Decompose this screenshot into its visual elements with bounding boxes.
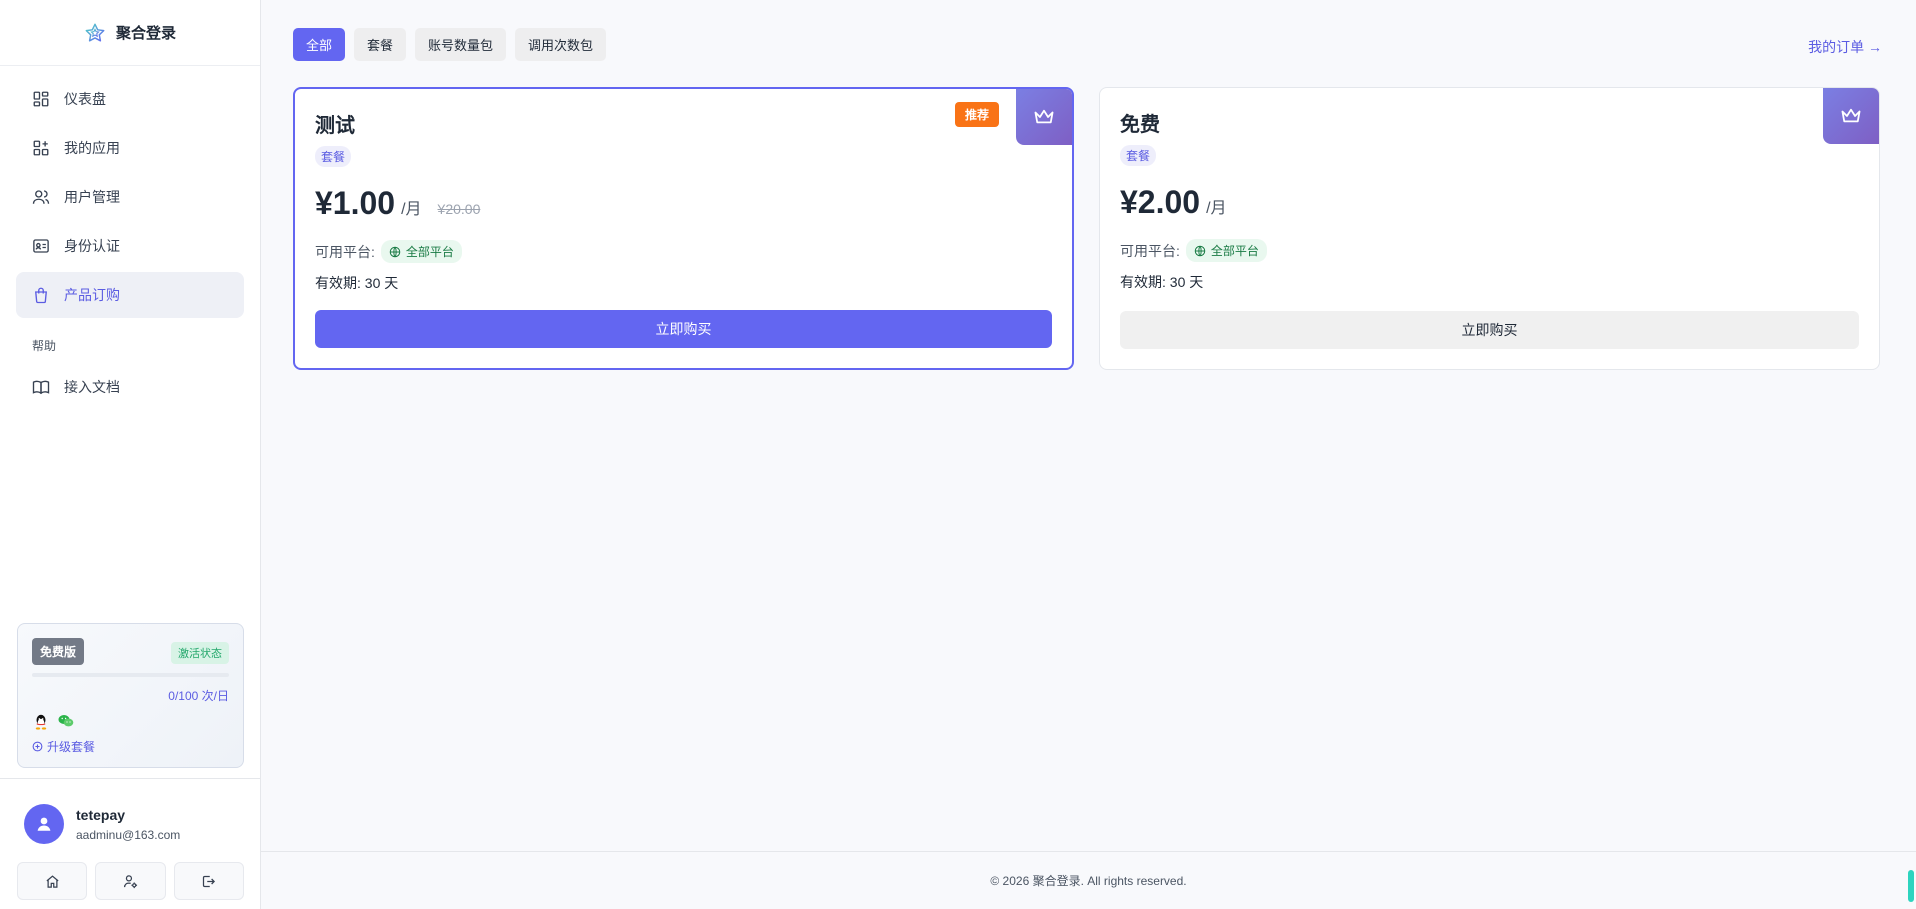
brand[interactable]: 聚合登录 [0,0,260,66]
home-icon [46,874,59,888]
user-info: tetepay aadminu@163.com [76,807,180,842]
upgrade-plan-link[interactable]: 升级套餐 [32,738,229,755]
buy-now-button[interactable]: 立即购买 [315,310,1052,348]
main-content: 全部 套餐 账号数量包 调用次数包 我的订单 → 推荐 测试 套餐 ¥1.00 … [261,0,1916,851]
qq-icon [35,714,47,730]
usage-progress-bar [32,673,229,677]
users-icon [32,190,50,204]
user-gear-icon [123,874,138,888]
sidebar: 聚合登录 仪表盘 我的应用 用户管理 身份认证 产品订购 帮助 接入文档 免费版… [0,0,261,909]
platform-value: 全部平台 [405,245,454,259]
card-type-tag: 套餐 [1120,145,1157,166]
help-section-title: 帮助 [32,339,57,353]
user-area: tetepay aadminu@163.com [0,778,261,909]
platform-label: 可用平台: [1120,242,1180,259]
my-orders-link[interactable]: 我的订单 → [1808,37,1882,57]
user-actions [0,844,261,900]
card-type-tag: 套餐 [315,146,352,167]
brand-name: 聚合登录 [115,25,176,42]
price: ¥2.00 [1120,184,1201,220]
category-tabs: 全部 套餐 账号数量包 调用次数包 [293,28,607,61]
sidebar-item-users[interactable]: 用户管理 [16,174,244,220]
crown-icon [1034,109,1054,124]
platform-label: 可用平台: [315,243,375,260]
home-button[interactable] [17,862,88,900]
sidebar-item-label: 我的应用 [64,140,120,156]
usage-count: 0/100 次/日 [168,689,229,703]
globe-icon [1194,245,1206,256]
card-body: 免费 套餐 ¥2.00 /月 可用平台: 全部平台 有效期: 30 天 [1100,88,1879,292]
tab-all[interactable]: 全部 [293,28,346,61]
card-title: 免费 [1120,114,1160,136]
sidebar-item-label: 仪表盘 [64,91,106,107]
platform-value: 全部平台 [1210,244,1259,258]
platform-chip: 全部平台 [1185,239,1267,262]
tab-plan[interactable]: 套餐 [354,28,407,61]
tab-account-pack[interactable]: 账号数量包 [415,28,507,61]
sidebar-item-docs[interactable]: 接入文档 [16,364,244,410]
user-name: tetepay [76,806,126,823]
book-icon [32,380,50,395]
profile-settings-button[interactable] [95,862,166,900]
sidebar-item-label: 产品订购 [64,287,120,303]
platform-row: 可用平台: 全部平台 [315,240,1052,263]
platform-row: 可用平台: 全部平台 [1120,239,1859,262]
recommend-badge: 推荐 [954,102,999,127]
sidebar-item-dashboard[interactable]: 仪表盘 [16,76,244,122]
crown-corner [1016,89,1072,145]
validity: 有效期: 30 天 [315,275,399,291]
user-email: aadminu@163.com [76,827,181,842]
price-row: ¥2.00 /月 [1120,184,1859,221]
sidebar-item-products[interactable]: 产品订购 [16,272,244,318]
avatar [24,804,64,844]
logout-icon [203,875,216,887]
price-unit: /月 [401,201,422,218]
upgrade-label: 升级套餐 [47,740,96,754]
product-card: 推荐 测试 套餐 ¥1.00 /月 ¥20.00 可用平台: 全部平台 有效期:… [293,87,1074,370]
crown-icon [1841,108,1861,123]
crown-corner [1823,88,1879,144]
price-row: ¥1.00 /月 ¥20.00 [315,185,1052,222]
status-badge: 激活状态 [171,642,229,664]
card-title: 测试 [315,115,355,137]
user-icon [37,817,51,831]
sidebar-item-label: 身份认证 [64,238,120,254]
wechat-icon [58,715,74,727]
footer: © 2026 聚合登录. All rights reserved. [261,851,1916,909]
sidebar-item-label: 接入文档 [64,379,120,395]
apps-icon [33,140,49,156]
copyright: © 2026 聚合登录. All rights reserved. [990,874,1187,888]
star-icon [85,23,105,42]
login-icons [32,714,229,730]
sidebar-item-label: 用户管理 [64,189,120,205]
buy-now-button[interactable]: 立即购买 [1120,311,1859,349]
platform-chip: 全部平台 [380,240,462,263]
sidebar-item-identity[interactable]: 身份认证 [16,223,244,269]
tab-call-pack[interactable]: 调用次数包 [515,28,607,61]
price: ¥1.00 [315,185,396,221]
globe-icon [389,246,401,257]
plus-circle-icon [32,741,43,752]
shopping-bag-icon [35,287,47,304]
validity: 有效期: 30 天 [1120,274,1204,290]
product-card: 免费 套餐 ¥2.00 /月 可用平台: 全部平台 有效期: 30 天 立即购买 [1099,87,1880,370]
plan-card: 免费版 激活状态 0/100 次/日 升级套餐 [17,623,244,768]
user-profile[interactable]: tetepay aadminu@163.com [0,779,261,844]
logout-button[interactable] [173,862,244,900]
sidebar-item-apps[interactable]: 我的应用 [16,125,244,171]
price-unit: /月 [1206,200,1227,217]
sidebar-nav: 仪表盘 我的应用 用户管理 身份认证 产品订购 帮助 接入文档 [0,66,260,423]
plan-badge: 免费版 [32,638,85,665]
dashboard-icon [33,91,49,107]
scroll-indicator[interactable] [1908,870,1914,902]
original-price: ¥20.00 [437,201,481,217]
id-card-icon [33,239,49,253]
